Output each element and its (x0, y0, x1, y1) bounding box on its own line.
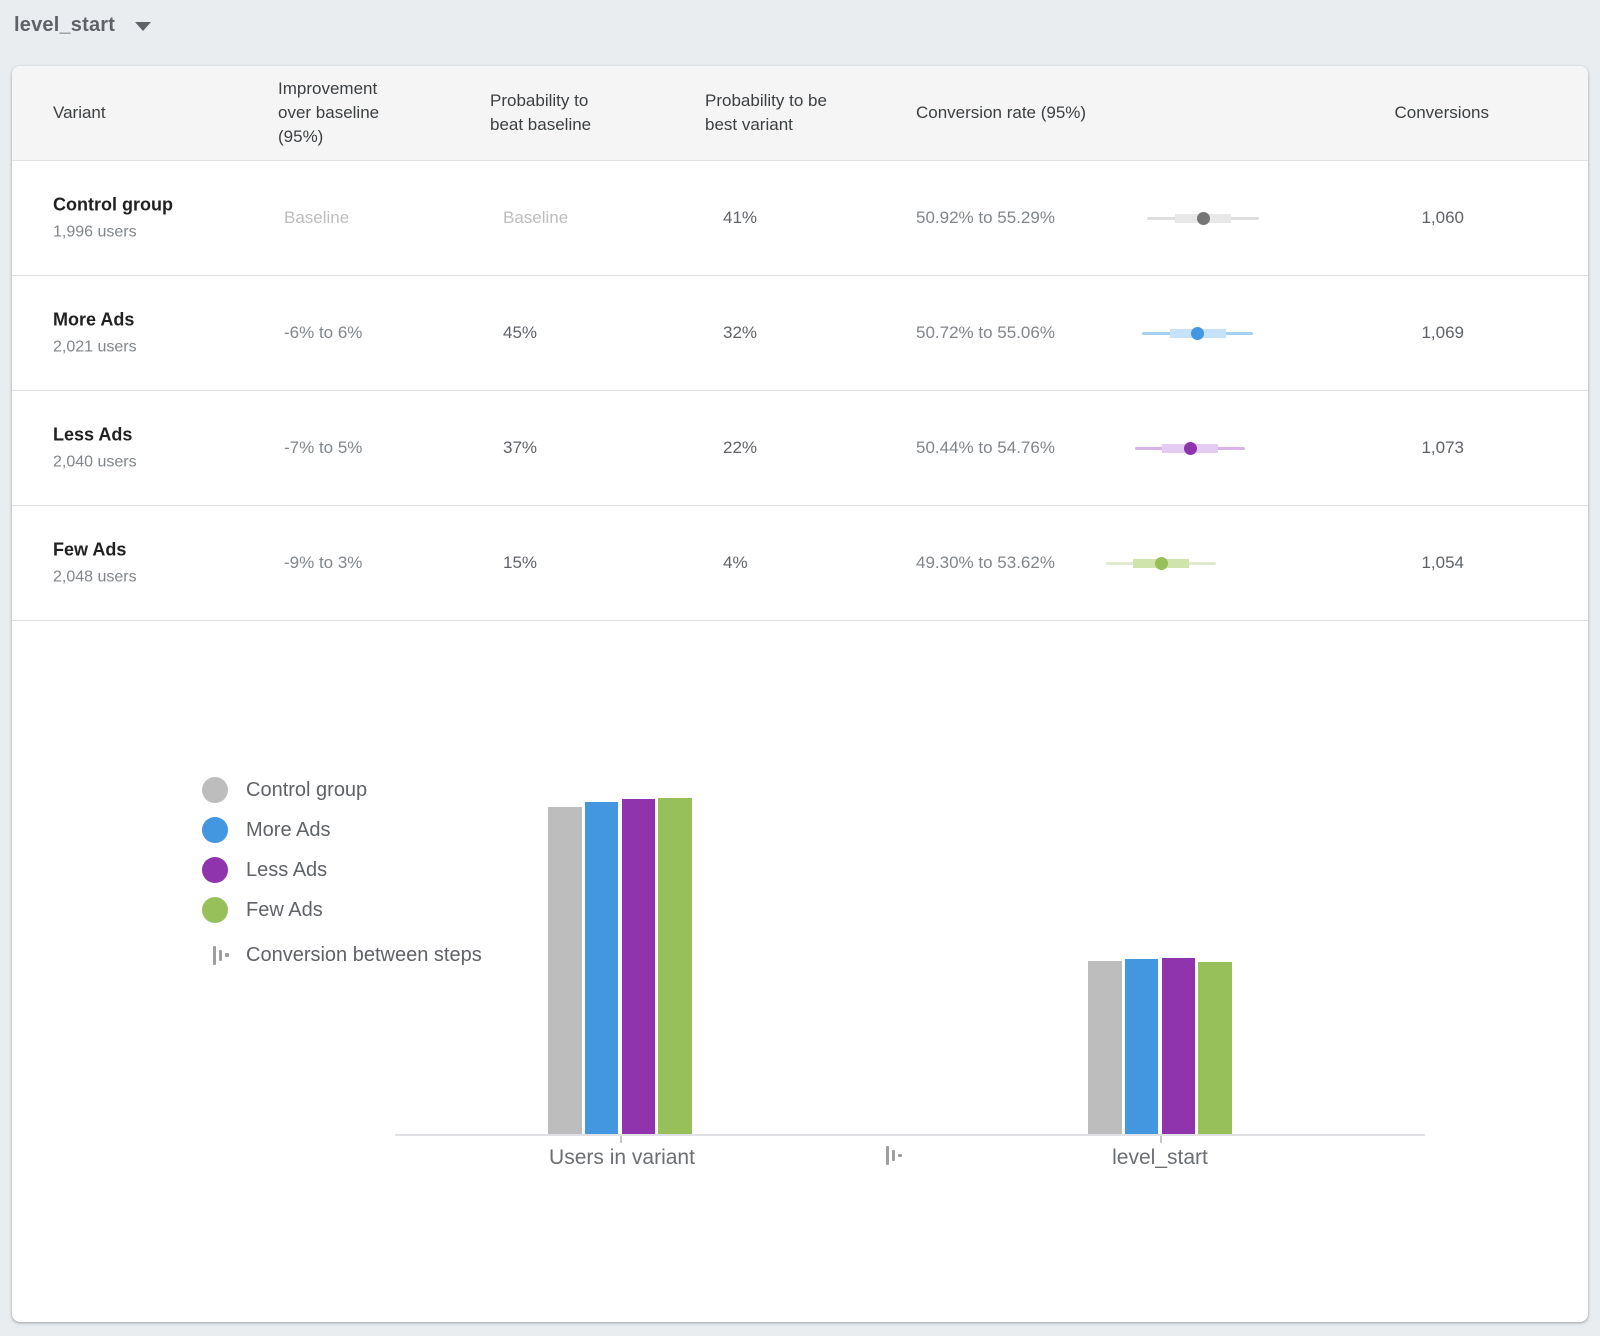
interval-box (1175, 214, 1231, 223)
variant-name: Control group (53, 195, 173, 216)
improvement-value: -6% to 6% (284, 323, 362, 343)
variant-name: More Ads (53, 310, 137, 331)
table-row: More Ads 2,021 users -6% to 6% 45% 32% 5… (12, 276, 1588, 391)
variant-users: 1,996 users (53, 224, 173, 242)
conversion-interval (12, 506, 1588, 620)
column-header-conversion-rate: Conversion rate (95%) (916, 66, 1176, 160)
prob-beat-baseline-value: Baseline (503, 208, 568, 228)
table-header: Variant Improvement over baseline (95%) … (12, 66, 1588, 161)
results-card: Variant Improvement over baseline (95%) … (12, 66, 1588, 1322)
conversion-interval (12, 161, 1588, 275)
variant-cell: More Ads 2,021 users (53, 310, 137, 357)
column-header-improvement: Improvement over baseline (95%) (278, 66, 402, 160)
prob-best-variant-value: 41% (723, 208, 757, 228)
variant-name: Less Ads (53, 425, 137, 446)
variant-cell: Less Ads 2,040 users (53, 425, 137, 472)
conversion-interval (12, 276, 1588, 390)
conversions-value: 1,060 (1421, 208, 1464, 228)
experiment-results-page: { "metric_selector": { "label": "level_s… (0, 0, 1600, 1336)
table-row: Control group 1,996 users Baseline Basel… (12, 161, 1588, 276)
column-header-prob-beat-baseline: Probability to beat baseline (490, 66, 612, 160)
variant-users: 2,021 users (53, 339, 137, 357)
metric-selector-label: level_start (14, 14, 115, 37)
improvement-value: -7% to 5% (284, 438, 362, 458)
conversions-value: 1,069 (1421, 323, 1464, 343)
variant-users: 2,040 users (53, 454, 137, 472)
variant-name: Few Ads (53, 540, 137, 561)
interval-dot (1191, 327, 1204, 340)
interval-line (1147, 217, 1258, 220)
metric-selector[interactable]: level_start (14, 8, 151, 42)
variant-cell: Control group 1,996 users (53, 195, 173, 242)
variant-users: 2,048 users (53, 569, 137, 587)
interval-line (1135, 447, 1245, 450)
prob-best-variant-value: 32% (723, 323, 757, 343)
interval-dot (1155, 557, 1168, 570)
table-row: Less Ads 2,040 users -7% to 5% 37% 22% 5… (12, 391, 1588, 506)
conversion-interval (12, 391, 1588, 505)
interval-dot (1197, 212, 1210, 225)
table-row: Few Ads 2,048 users -9% to 3% 15% 4% 49.… (12, 506, 1588, 621)
interval-line (1106, 562, 1216, 565)
prob-beat-baseline-value: 45% (503, 323, 537, 343)
conversion-rate-value: 50.72% to 55.06% (916, 323, 1055, 343)
conversions-value: 1,073 (1421, 438, 1464, 458)
interval-box (1170, 329, 1226, 338)
improvement-value: Baseline (284, 208, 349, 228)
interval-box (1162, 444, 1218, 453)
interval-dot (1184, 442, 1197, 455)
conversion-rate-value: 50.44% to 54.76% (916, 438, 1055, 458)
interval-line (1142, 332, 1253, 335)
conversion-rate-value: 49.30% to 53.62% (916, 553, 1055, 573)
conversions-value: 1,054 (1421, 553, 1464, 573)
interval-box (1133, 559, 1189, 568)
prob-best-variant-value: 22% (723, 438, 757, 458)
prob-best-variant-value: 4% (723, 553, 748, 573)
prob-beat-baseline-value: 37% (503, 438, 537, 458)
improvement-value: -9% to 3% (284, 553, 362, 573)
column-header-prob-best-variant: Probability to be best variant (705, 66, 839, 160)
column-header-conversions: Conversions (1395, 66, 1490, 160)
prob-beat-baseline-value: 15% (503, 553, 537, 573)
column-header-variant: Variant (53, 66, 106, 160)
dropdown-arrow-icon (135, 22, 151, 31)
variant-cell: Few Ads 2,048 users (53, 540, 137, 587)
conversion-rate-value: 50.92% to 55.29% (916, 208, 1055, 228)
